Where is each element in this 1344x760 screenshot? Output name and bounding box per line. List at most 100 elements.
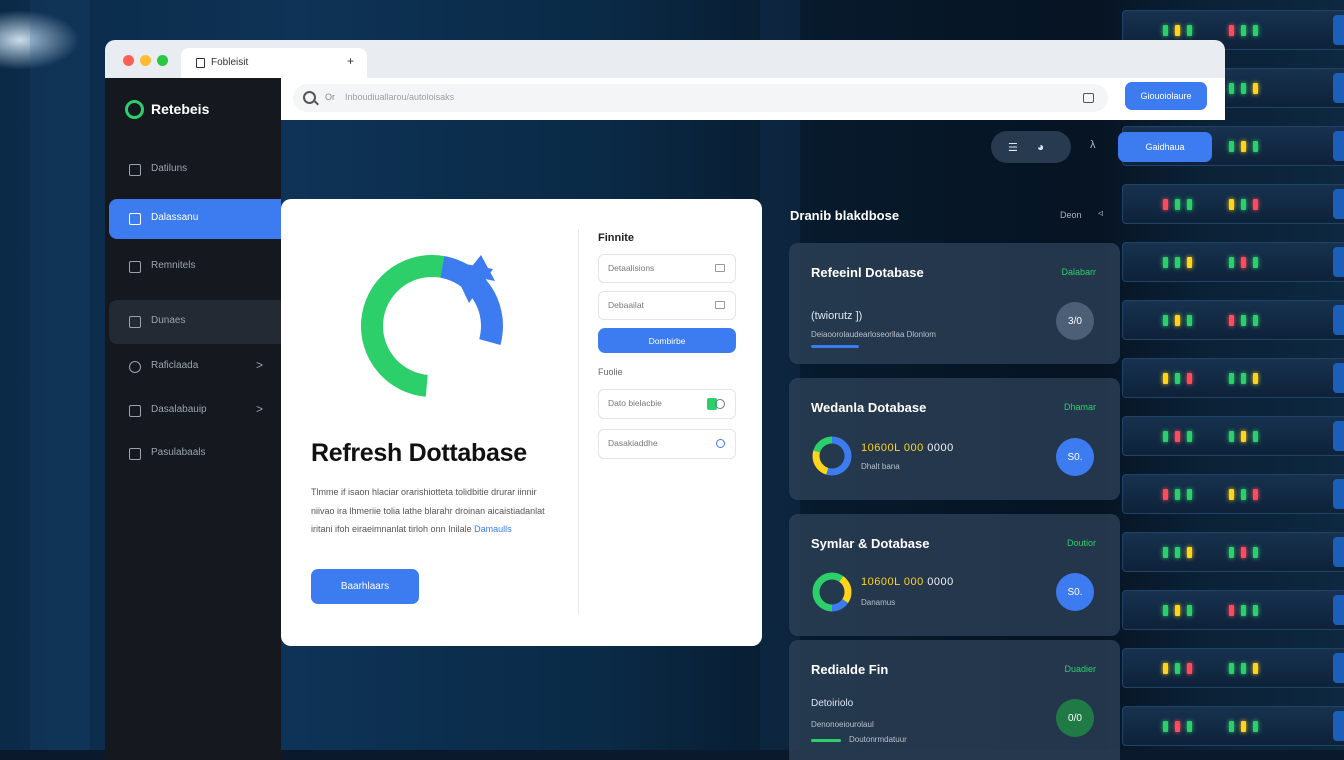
database-card-title: Symlar & Dotabase bbox=[811, 536, 930, 551]
server-led bbox=[1229, 257, 1234, 268]
server-led bbox=[1253, 83, 1258, 94]
status-circle[interactable]: S0. bbox=[1056, 438, 1094, 476]
sidebar-item-table[interactable]: Dasalabauip > bbox=[109, 391, 281, 431]
card-title: Refresh Dottabase bbox=[311, 439, 527, 467]
server-led bbox=[1229, 547, 1234, 558]
field-label: Debaailat bbox=[608, 300, 644, 310]
server-led bbox=[1229, 663, 1234, 674]
database-card-title: Wedanla Dotabase bbox=[811, 400, 927, 415]
panel-bell-icon[interactable]: ◃ bbox=[1098, 208, 1103, 219]
form-submit-button[interactable]: Dombirbe bbox=[598, 328, 736, 353]
status-circle[interactable]: 3/0 bbox=[1056, 302, 1094, 340]
refresh-icon bbox=[361, 255, 503, 397]
card-description-link[interactable]: Damaulls bbox=[474, 524, 512, 534]
server-led bbox=[1229, 315, 1234, 326]
status-circle[interactable]: S0. bbox=[1056, 573, 1094, 611]
sidebar-item-label: Dalassanu bbox=[151, 212, 199, 223]
background-rack-column bbox=[30, 0, 90, 750]
server-panel bbox=[1333, 15, 1344, 45]
radio-row[interactable]: Dasakiaddhe bbox=[598, 429, 736, 459]
database-card[interactable]: Redialde Fin Duadier Detoiriolo Denonoei… bbox=[789, 640, 1120, 760]
database-card-title: Refeeinl Dotabase bbox=[811, 265, 924, 280]
server-led bbox=[1253, 431, 1258, 442]
form-subheading: Fuolie bbox=[598, 367, 623, 377]
server-panel bbox=[1333, 131, 1344, 161]
donut-chart-icon bbox=[812, 572, 852, 612]
server-led bbox=[1241, 605, 1246, 616]
status-badge: Dalabarr bbox=[1061, 267, 1096, 277]
server-led bbox=[1253, 315, 1258, 326]
sidebar-item-grid[interactable]: Dunaes bbox=[109, 300, 281, 344]
database-card-line: Detoiriolo bbox=[811, 698, 854, 709]
value-text: 0000 bbox=[927, 442, 954, 454]
database-card-sub: Dhalt bana bbox=[861, 462, 900, 471]
status-circle[interactable]: 0/0 bbox=[1056, 699, 1094, 737]
browser-tab[interactable]: Fobleisit + bbox=[181, 48, 367, 78]
server-panel bbox=[1333, 711, 1344, 741]
server-led bbox=[1241, 83, 1246, 94]
sidebar-item-terminal[interactable]: Remnitels bbox=[109, 247, 281, 287]
server-led bbox=[1253, 721, 1258, 732]
url-field[interactable]: Or Inboudiuallarou/autoloisaks bbox=[293, 84, 1108, 112]
server-led bbox=[1253, 663, 1258, 674]
refresh-button[interactable]: Baarhlaars bbox=[311, 569, 419, 604]
server-led bbox=[1241, 315, 1246, 326]
server-led bbox=[1229, 199, 1234, 210]
database-card-value: 10600L 000 0000 bbox=[861, 442, 954, 454]
database-card[interactable]: Symlar & Dotabase Doutior 10600L 000 000… bbox=[789, 514, 1120, 636]
server-led bbox=[1253, 257, 1258, 268]
tab-add-icon[interactable]: + bbox=[347, 54, 354, 68]
terminal-icon bbox=[129, 261, 141, 273]
server-led bbox=[1253, 605, 1258, 616]
server-panel bbox=[1333, 479, 1344, 509]
database-card-sub: Danamus bbox=[861, 598, 896, 607]
database-card[interactable]: Wedanla Dotabase Dhamar 10600L 000 0000 … bbox=[789, 378, 1120, 500]
database-card[interactable]: Refeeinl Dotabase Dalabarr (twiorutz ]) … bbox=[789, 243, 1120, 364]
database-card-detail: Denonoeiourolaul bbox=[811, 720, 874, 729]
server-led bbox=[1253, 373, 1258, 384]
text-field-2[interactable]: Debaailat bbox=[598, 291, 736, 320]
toggle-row[interactable]: Dato bielacbie bbox=[598, 389, 736, 419]
sidebar-item-label: Raficlaada bbox=[151, 360, 199, 371]
dashboard-icon bbox=[129, 164, 141, 176]
database-card-detail: Doutonrmdatuur bbox=[849, 735, 907, 744]
menu-icon[interactable]: ☰ bbox=[1008, 141, 1018, 154]
address-action-button[interactable]: Giouoiolaure bbox=[1125, 82, 1207, 110]
text-field-1[interactable]: Detaalisions bbox=[598, 254, 736, 283]
toggle-switch[interactable] bbox=[707, 398, 725, 410]
server-led bbox=[1241, 663, 1246, 674]
sidebar-item-database[interactable]: Dalassanu bbox=[109, 199, 281, 239]
value-highlight: 10600L 000 bbox=[861, 442, 924, 454]
donut-chart-icon bbox=[812, 436, 852, 476]
progress-bar bbox=[811, 345, 859, 348]
refresh-database-card: Refresh Dottabase Tlmme if isaon hlaciar… bbox=[281, 199, 762, 646]
server-led bbox=[1241, 547, 1246, 558]
value-text: 0000 bbox=[927, 576, 954, 588]
palette-icon[interactable]: ◕ bbox=[1037, 140, 1044, 154]
server-led bbox=[1253, 547, 1258, 558]
sidebar-item-dashboard[interactable]: Datiluns bbox=[109, 150, 281, 190]
browser-window: Fobleisit + Or Inboudiuallarou/autoloisa… bbox=[105, 40, 1225, 760]
field-label: Detaalisions bbox=[608, 263, 655, 273]
lambda-icon[interactable]: λ bbox=[1090, 139, 1096, 151]
form-heading: Finnite bbox=[598, 232, 635, 244]
panel-filter-label[interactable]: Deon bbox=[1060, 210, 1082, 220]
server-led bbox=[1163, 25, 1168, 36]
toolbar-action-button[interactable]: Gaidhaua bbox=[1118, 132, 1212, 162]
sidebar-item-settings[interactable]: Raficlaada > bbox=[109, 347, 281, 387]
search-prefix: Or bbox=[325, 92, 335, 102]
database-card-detail: Deiaoorolaudearloseorllaa Dlonlom bbox=[811, 330, 936, 339]
radio-button[interactable] bbox=[716, 439, 725, 448]
server-led bbox=[1229, 431, 1234, 442]
sidebar-item-label: Pasulabaals bbox=[151, 447, 206, 458]
reader-icon[interactable] bbox=[1083, 93, 1094, 103]
chevron-right-icon: > bbox=[255, 358, 263, 372]
server-led bbox=[1253, 489, 1258, 500]
sidebar-item-box[interactable]: Pasulabaals bbox=[109, 434, 281, 474]
maximize-window-button[interactable] bbox=[157, 55, 168, 66]
server-panel bbox=[1333, 305, 1344, 335]
minimize-window-button[interactable] bbox=[140, 55, 151, 66]
search-input[interactable]: Inboudiuallarou/autoloisaks bbox=[345, 92, 454, 102]
close-window-button[interactable] bbox=[123, 55, 134, 66]
logo-icon bbox=[125, 100, 144, 119]
